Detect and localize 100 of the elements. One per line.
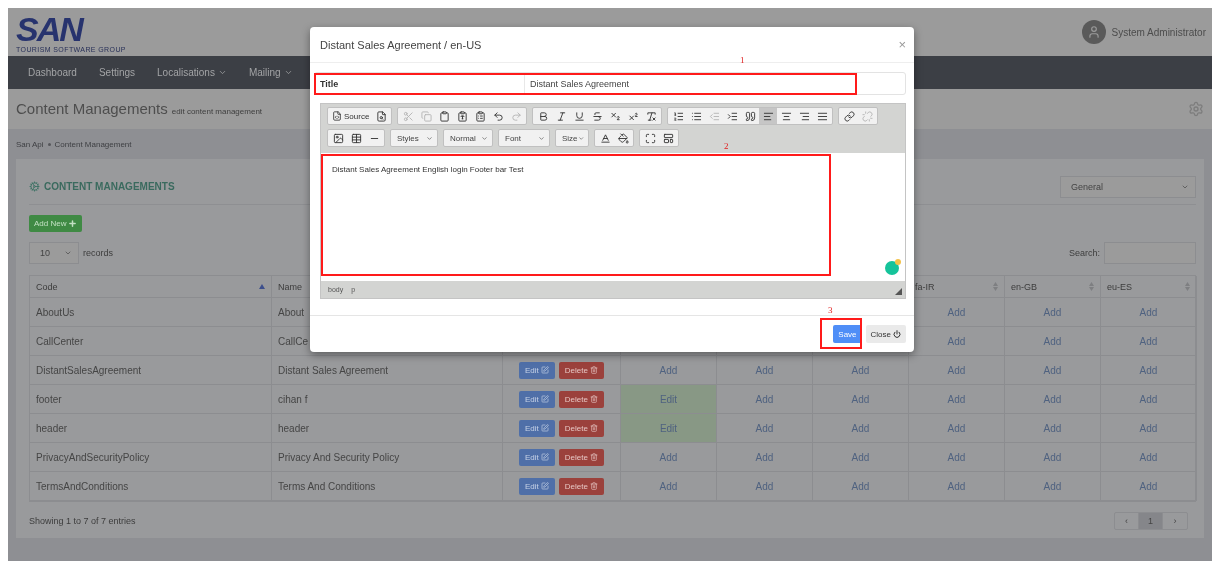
align-left-icon[interactable] xyxy=(759,108,778,124)
edit-button[interactable]: Edit xyxy=(519,361,555,379)
delete-button[interactable]: Delete xyxy=(558,477,604,495)
delete-button[interactable]: Delete xyxy=(558,390,604,408)
add-link[interactable]: Add xyxy=(1043,451,1062,463)
breadcrumb-item[interactable]: San Api xyxy=(16,139,44,149)
name-cell: Terms And Conditions xyxy=(278,480,376,492)
edit-icon xyxy=(540,453,549,461)
column-header[interactable]: Code xyxy=(36,281,58,292)
avatar[interactable] xyxy=(1081,20,1106,44)
add-link[interactable]: Add xyxy=(947,451,966,463)
annotation-overlay xyxy=(820,318,862,349)
edit-link[interactable]: Edit xyxy=(659,422,678,434)
format-dropdown[interactable]: Font xyxy=(498,129,550,147)
add-link[interactable]: Add xyxy=(1043,480,1062,492)
close-button[interactable]: × xyxy=(898,37,906,52)
column-header[interactable]: eu-ES xyxy=(1107,281,1132,292)
nav-item[interactable]: Mailing xyxy=(248,67,293,78)
close-button[interactable]: Close xyxy=(865,325,906,343)
delete-button[interactable]: Delete xyxy=(558,361,604,379)
add-link[interactable]: Add xyxy=(659,364,678,376)
category-select[interactable]: General xyxy=(1060,175,1196,198)
add-link[interactable]: Add xyxy=(851,393,870,405)
column-header[interactable]: fa-IR xyxy=(915,281,935,292)
edit-icon xyxy=(540,366,549,374)
add-link[interactable]: Add xyxy=(659,480,678,492)
nav-item[interactable]: Dashboard xyxy=(28,67,77,78)
page-button[interactable]: 1 xyxy=(1139,513,1163,529)
add-link[interactable]: Add xyxy=(1139,393,1158,405)
resize-handle-icon[interactable] xyxy=(895,288,902,295)
add-link[interactable]: Add xyxy=(755,451,774,463)
add-link[interactable]: Add xyxy=(1043,422,1062,434)
card-title: CONTENT MANAGEMENTS xyxy=(44,181,175,192)
add-link[interactable]: Add xyxy=(947,335,966,347)
add-link[interactable]: Add xyxy=(755,364,774,376)
page-subtitle: edit content management xyxy=(171,107,263,116)
trash-icon xyxy=(589,453,598,461)
sort-ascending-icon[interactable] xyxy=(259,284,265,289)
add-link[interactable]: Add xyxy=(1139,306,1158,318)
edit-button[interactable]: Edit xyxy=(519,477,555,495)
add-link[interactable]: Add xyxy=(755,480,774,492)
add-link[interactable]: Add xyxy=(755,393,774,405)
format-dropdown[interactable]: Size xyxy=(555,129,589,147)
entries-info: Showing 1 to 7 of 7 entries xyxy=(29,516,136,526)
add-link[interactable]: Add xyxy=(947,306,966,318)
trash-icon xyxy=(589,424,598,432)
trash-icon xyxy=(589,395,598,403)
user-name[interactable]: System Administrator xyxy=(1111,26,1206,38)
format-dropdown[interactable]: Normal xyxy=(443,129,493,147)
format-dropdown[interactable]: Styles xyxy=(390,129,438,147)
add-link[interactable]: Add xyxy=(1139,422,1158,434)
records-label: records xyxy=(83,248,113,258)
add-link[interactable]: Add xyxy=(947,364,966,376)
add-link[interactable]: Add xyxy=(1043,364,1062,376)
add-link[interactable]: Add xyxy=(1043,335,1062,347)
code-cell: AboutUs xyxy=(36,306,75,318)
column-header[interactable]: en-GB xyxy=(1011,281,1037,292)
add-link[interactable]: Add xyxy=(1139,335,1158,347)
name-cell: header xyxy=(278,422,310,434)
trash-icon xyxy=(589,366,598,374)
edit-button[interactable]: Edit xyxy=(519,419,555,437)
add-link[interactable]: Add xyxy=(1139,451,1158,463)
notification-dot-icon xyxy=(895,259,901,265)
power-icon xyxy=(893,330,901,338)
next-page-button[interactable]: › xyxy=(1163,513,1187,529)
grammar-check-icon[interactable] xyxy=(885,261,899,275)
add-link[interactable]: Add xyxy=(1043,306,1062,318)
page-size-select[interactable]: 10 xyxy=(29,242,79,264)
add-link[interactable]: Add xyxy=(851,480,870,492)
search-label: Search: xyxy=(1068,248,1100,258)
delete-button[interactable]: Delete xyxy=(558,448,604,466)
trash-icon xyxy=(589,482,598,490)
edit-button[interactable]: Edit xyxy=(519,448,555,466)
edit-icon xyxy=(540,395,549,403)
column-header[interactable]: Name xyxy=(278,281,302,292)
edit-icon xyxy=(540,424,549,432)
nav-item[interactable]: Localisations xyxy=(157,67,227,78)
add-link[interactable]: Add xyxy=(1043,393,1062,405)
edit-button[interactable]: Edit xyxy=(519,390,555,408)
add-link[interactable]: Add xyxy=(851,451,870,463)
nav-item[interactable]: Settings xyxy=(98,67,136,78)
add-link[interactable]: Add xyxy=(947,393,966,405)
add-link[interactable]: Add xyxy=(755,422,774,434)
add-new-button[interactable]: Add New xyxy=(29,215,83,232)
delete-button[interactable]: Delete xyxy=(558,419,604,437)
add-link[interactable]: Add xyxy=(659,451,678,463)
add-link[interactable]: Add xyxy=(851,364,870,376)
add-link[interactable]: Add xyxy=(1139,480,1158,492)
code-cell: footer xyxy=(36,393,62,405)
add-link[interactable]: Add xyxy=(851,422,870,434)
add-link[interactable]: Add xyxy=(947,422,966,434)
name-cell: cihan f xyxy=(278,393,308,405)
add-link[interactable]: Add xyxy=(1139,364,1158,376)
code-cell: TermsAndConditions xyxy=(36,480,129,492)
annotation-number: 1 xyxy=(740,55,745,65)
edit-link[interactable]: Edit xyxy=(659,393,678,405)
save-button[interactable]: Save xyxy=(833,325,862,343)
add-link[interactable]: Add xyxy=(947,480,966,492)
code-cell: DistantSalesAgreement xyxy=(36,364,142,376)
logo-name: SAN xyxy=(16,11,84,46)
